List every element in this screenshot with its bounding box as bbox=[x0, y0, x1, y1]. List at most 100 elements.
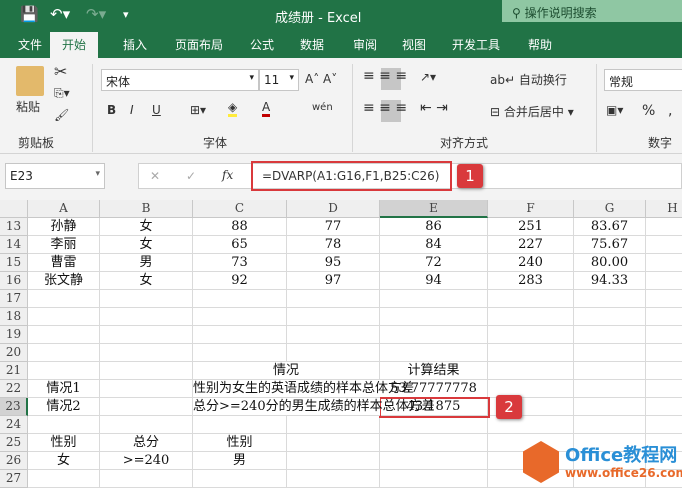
cell-G15[interactable]: 80.00 bbox=[574, 254, 646, 272]
cell-C15[interactable]: 73 bbox=[193, 254, 287, 272]
cell-D25[interactable] bbox=[287, 434, 380, 452]
cell-H20[interactable] bbox=[646, 344, 682, 362]
row-header[interactable]: 25 bbox=[0, 434, 28, 452]
row-header[interactable]: 16 bbox=[0, 272, 28, 290]
cell-B21[interactable] bbox=[100, 362, 193, 380]
indent-icon[interactable]: ⇤ ⇥ bbox=[420, 100, 448, 116]
cell-C22[interactable]: 性别为女生的英语成绩的样本总体方差 bbox=[193, 380, 414, 398]
copy-icon[interactable]: ⎘▾ bbox=[54, 86, 70, 101]
redo-icon[interactable]: ↷▾ bbox=[86, 5, 106, 23]
column-header-D[interactable]: D bbox=[287, 200, 380, 218]
cell-G20[interactable] bbox=[574, 344, 646, 362]
font-size-select[interactable]: 11 ▾ bbox=[259, 69, 299, 91]
column-header-H[interactable]: H bbox=[646, 200, 682, 218]
cell-G13[interactable]: 83.67 bbox=[574, 218, 646, 236]
cell-C25[interactable]: 性别 bbox=[193, 434, 287, 452]
cell-C23[interactable]: 总分>=240分的男生成绩的样本总体方差 bbox=[193, 398, 435, 416]
cell-A13[interactable]: 孙静 bbox=[28, 218, 100, 236]
cell-A27[interactable] bbox=[28, 470, 100, 488]
cell-D14[interactable]: 78 bbox=[287, 236, 380, 254]
cell-A24[interactable] bbox=[28, 416, 100, 434]
undo-icon[interactable]: ↶▾ bbox=[50, 5, 70, 23]
row-header[interactable]: 19 bbox=[0, 326, 28, 344]
cell-C16[interactable]: 92 bbox=[193, 272, 287, 290]
cell-F17[interactable] bbox=[488, 290, 574, 308]
percent-button[interactable]: % bbox=[642, 103, 655, 119]
tab-4[interactable]: 公式 bbox=[250, 36, 274, 53]
insert-function-button[interactable]: fx bbox=[222, 168, 233, 182]
cell-D27[interactable] bbox=[287, 470, 380, 488]
customize-qat-icon[interactable]: ▾ bbox=[123, 8, 129, 21]
cell-C19[interactable] bbox=[193, 326, 287, 344]
format-painter-icon[interactable]: 🖌 bbox=[54, 108, 69, 122]
cell-B24[interactable] bbox=[100, 416, 193, 434]
cell-E18[interactable] bbox=[380, 308, 488, 326]
row-header[interactable]: 15 bbox=[0, 254, 28, 272]
merge-center-button[interactable]: ⊟ 合并后居中 ▾ bbox=[490, 103, 574, 120]
cell-G18[interactable] bbox=[574, 308, 646, 326]
accounting-icon[interactable]: ▣▾ bbox=[606, 103, 623, 117]
cell-G19[interactable] bbox=[574, 326, 646, 344]
font-color-icon[interactable]: A bbox=[262, 100, 271, 117]
cell-E19[interactable] bbox=[380, 326, 488, 344]
cell-G21[interactable] bbox=[574, 362, 646, 380]
cell-G14[interactable]: 75.67 bbox=[574, 236, 646, 254]
cell-E16[interactable]: 94 bbox=[380, 272, 488, 290]
tab-0[interactable]: 文件 bbox=[18, 36, 42, 53]
cell-E27[interactable] bbox=[380, 470, 488, 488]
cell-D17[interactable] bbox=[287, 290, 380, 308]
row-header[interactable]: 18 bbox=[0, 308, 28, 326]
cut-icon[interactable]: ✂ bbox=[54, 62, 67, 81]
enter-icon[interactable]: ✓ bbox=[186, 169, 196, 183]
cell-E25[interactable] bbox=[380, 434, 488, 452]
cell-D13[interactable]: 77 bbox=[287, 218, 380, 236]
cell-D18[interactable] bbox=[287, 308, 380, 326]
column-header-B[interactable]: B bbox=[100, 200, 193, 218]
cell-H14[interactable] bbox=[646, 236, 682, 254]
cell-G22[interactable] bbox=[574, 380, 646, 398]
row-header[interactable]: 13 bbox=[0, 218, 28, 236]
row-header[interactable]: 21 bbox=[0, 362, 28, 380]
cell-A21[interactable] bbox=[28, 362, 100, 380]
cell-B17[interactable] bbox=[100, 290, 193, 308]
row-header[interactable]: 17 bbox=[0, 290, 28, 308]
row-header[interactable]: 27 bbox=[0, 470, 28, 488]
cell-G23[interactable] bbox=[574, 398, 646, 416]
cell-A19[interactable] bbox=[28, 326, 100, 344]
font-name-select[interactable]: 宋体 ▾ bbox=[101, 69, 259, 91]
cell-A20[interactable] bbox=[28, 344, 100, 362]
tab-1[interactable]: 开始 bbox=[50, 32, 99, 58]
cell-C13[interactable]: 88 bbox=[193, 218, 287, 236]
column-header-F[interactable]: F bbox=[488, 200, 574, 218]
bold-button[interactable]: B bbox=[107, 103, 116, 117]
cell-C17[interactable] bbox=[193, 290, 287, 308]
cell-A22[interactable]: 情况1 bbox=[28, 380, 100, 398]
cell-D20[interactable] bbox=[287, 344, 380, 362]
cell-B25[interactable]: 总分 bbox=[100, 434, 193, 452]
cell-G16[interactable]: 94.33 bbox=[574, 272, 646, 290]
cell-B14[interactable]: 女 bbox=[100, 236, 193, 254]
cell-E24[interactable] bbox=[380, 416, 488, 434]
column-header-E[interactable]: E bbox=[380, 200, 488, 218]
cell-B23[interactable] bbox=[100, 398, 193, 416]
cell-C24[interactable] bbox=[193, 416, 287, 434]
row-header[interactable]: 22 bbox=[0, 380, 28, 398]
cell-F20[interactable] bbox=[488, 344, 574, 362]
name-box[interactable]: E23 ▾ bbox=[5, 163, 105, 189]
tab-8[interactable]: 开发工具 bbox=[452, 36, 500, 53]
save-icon[interactable]: 💾 bbox=[20, 5, 39, 23]
cell-C26[interactable]: 男 bbox=[193, 452, 287, 470]
row-header[interactable]: 24 bbox=[0, 416, 28, 434]
orientation-icon[interactable]: ↗▾ bbox=[420, 70, 436, 84]
cell-E20[interactable] bbox=[380, 344, 488, 362]
cell-H13[interactable] bbox=[646, 218, 682, 236]
cell-B18[interactable] bbox=[100, 308, 193, 326]
wrap-text-button[interactable]: ab↵ 自动换行 bbox=[490, 71, 567, 88]
cell-A14[interactable]: 李丽 bbox=[28, 236, 100, 254]
cell-H21[interactable] bbox=[646, 362, 682, 380]
tab-3[interactable]: 页面布局 bbox=[175, 36, 223, 53]
fill-color-icon[interactable]: ◈ bbox=[228, 100, 238, 117]
column-header-G[interactable]: G bbox=[574, 200, 646, 218]
cell-E13[interactable]: 86 bbox=[380, 218, 488, 236]
cell-D19[interactable] bbox=[287, 326, 380, 344]
